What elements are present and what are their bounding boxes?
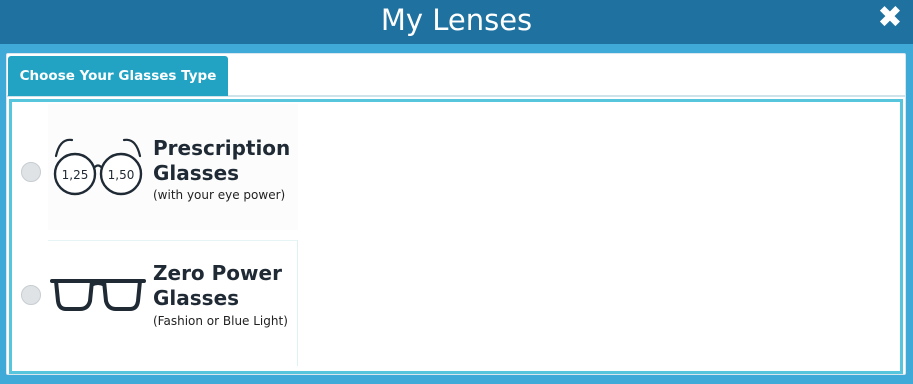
option-zero-power-glasses[interactable]: Zero Power Glasses (Fashion or Blue Ligh… [21,240,298,366]
zero-power-glasses-icon [50,279,146,311]
option-subtitle: (Fashion or Blue Light) [153,314,288,328]
close-icon[interactable]: ✖ [877,3,903,33]
modal-header: My Lenses ✖ [0,0,913,44]
tab-content: 1,25 1,50 Prescription Glasses (with you… [9,99,903,374]
option-title: Zero Power Glasses [153,261,282,311]
option-title-line2: Glasses [153,286,240,310]
radio-prescription-glasses[interactable] [21,162,41,182]
prescription-glasses-icon: 1,25 1,50 [53,138,143,196]
modal-panel: Choose Your Glasses Type 1,25 1,50 Presc… [6,53,906,375]
lens-left-label: 1,25 [62,168,89,182]
option-title: Prescription Glasses [153,136,290,186]
option-title-line1: Zero Power [153,261,282,285]
tab-choose-glasses-type[interactable]: Choose Your Glasses Type [8,56,228,96]
option-subtitle: (with your eye power) [153,188,286,202]
radio-zero-power-glasses[interactable] [21,285,41,305]
option-prescription-glasses[interactable]: 1,25 1,50 Prescription Glasses (with you… [21,104,298,230]
lens-right-label: 1,50 [108,168,135,182]
option-title-line2: Glasses [153,161,240,185]
option-title-line1: Prescription [153,136,291,160]
tab-bar: Choose Your Glasses Type [7,54,905,97]
modal-title: My Lenses [380,3,533,37]
